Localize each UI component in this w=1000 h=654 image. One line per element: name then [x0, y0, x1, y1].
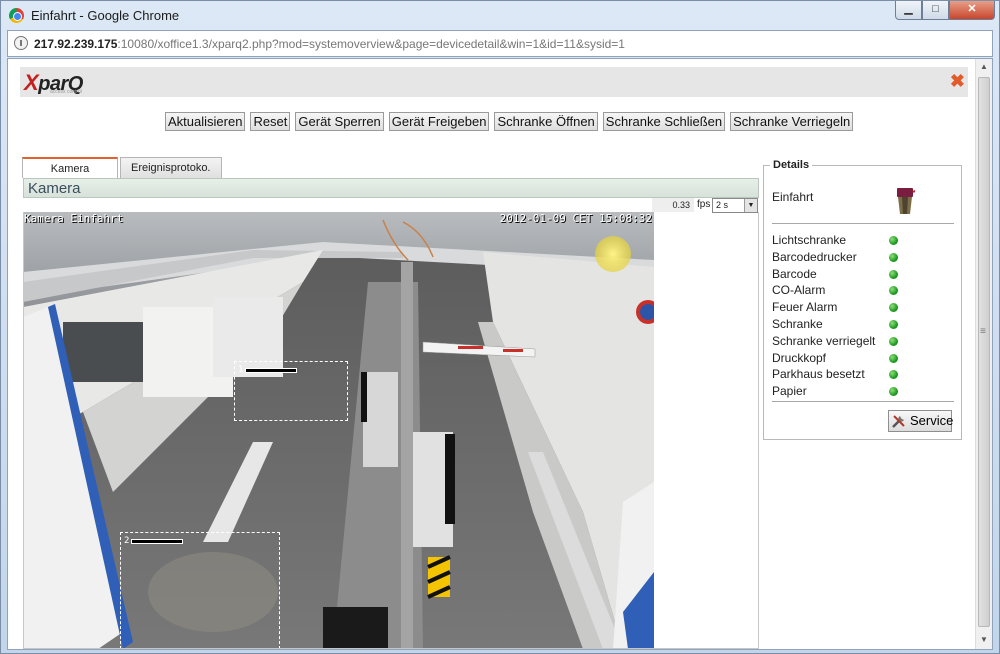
chrome-icon: [9, 8, 24, 23]
status-ok-icon: [889, 269, 898, 279]
status-ok-icon: [889, 236, 898, 245]
status-item: Barcode: [772, 266, 947, 283]
status-ok-icon: [889, 353, 898, 363]
status-item: Barcodedrucker: [772, 249, 947, 266]
toolbar: Aktualisieren Reset Gerät Sperren Gerät …: [165, 112, 854, 131]
zone-number: 2: [124, 536, 130, 546]
status-list: Lichtschranke Barcodedrucker Barcode CO-…: [772, 232, 947, 400]
status-ok-icon: [889, 303, 898, 313]
status-ok-icon: [889, 387, 898, 397]
camera-label-overlay: Kamera Einfahrt: [24, 212, 124, 225]
zone-level-bar: [131, 538, 184, 544]
tools-icon: [892, 415, 905, 428]
status-ok-icon: [889, 370, 898, 380]
camera-image: Kamera Einfahrt 2012-01-09 CET 15:08:32 …: [23, 212, 654, 649]
status-item: Lichtschranke: [772, 232, 947, 249]
status-ok-icon: [889, 286, 898, 296]
status-item: Schranke: [772, 316, 947, 333]
chevron-down-icon[interactable]: ▼: [744, 199, 757, 212]
detection-zone: 1: [234, 361, 348, 421]
status-item: Feuer Alarm: [772, 299, 947, 316]
zone-level-bar: [245, 367, 298, 373]
lock-barrier-button[interactable]: Schranke Verriegeln: [730, 112, 854, 131]
status-item: Papier: [772, 383, 947, 400]
details-panel: Einfahrt Lichtschranke Barcodedrucker Ba…: [763, 165, 962, 440]
title-bar: Einfahrt - Google Chrome ▁ □ ✕: [1, 1, 1000, 29]
ticket-machine-icon: [897, 188, 915, 214]
release-device-button[interactable]: Gerät Freigeben: [388, 112, 490, 131]
service-button[interactable]: Service: [888, 410, 953, 432]
page-content: XparQ access control ✖ Aktualisieren Res…: [7, 58, 993, 650]
close-barrier-button[interactable]: Schranke Schließen: [602, 112, 726, 131]
tab-bar: Kamera Ereignisproto­ko.: [22, 157, 224, 178]
status-item: Druckkopf: [772, 350, 947, 367]
camera-timestamp-overlay: 2012-01-09 CET 15:08:32: [499, 212, 652, 225]
zone-number: 1: [238, 365, 244, 375]
interval-select[interactable]: 2 s ▼: [712, 198, 758, 213]
divider: [772, 401, 954, 402]
tab-camera[interactable]: Kamera: [22, 157, 118, 178]
fps-value: 0.33: [652, 198, 694, 212]
app-header: XparQ access control ✖: [20, 67, 968, 97]
fps-label: fps: [697, 199, 711, 210]
maximize-button[interactable]: □: [922, 1, 949, 20]
vertical-scrollbar[interactable]: ▲ ▼: [975, 59, 992, 649]
status-ok-icon: [889, 319, 898, 329]
logo-subtitle: access control: [50, 89, 82, 95]
tab-event-log[interactable]: Ereignisproto­ko.: [120, 157, 222, 178]
status-item: CO-Alarm: [772, 282, 947, 299]
divider: [772, 223, 954, 224]
status-item: Parkhaus besetzt: [772, 366, 947, 383]
open-barrier-button[interactable]: Schranke Öffnen: [494, 112, 598, 131]
parking-entrance-camera-view: [23, 212, 654, 649]
close-window-button[interactable]: ✕: [949, 1, 995, 20]
refresh-button[interactable]: Aktualisieren: [165, 112, 246, 131]
window-title: Einfahrt - Google Chrome: [31, 8, 180, 23]
url-text[interactable]: 217.92.239.175:10080/xoffice1.3/xparq2.p…: [34, 37, 625, 51]
lock-device-button[interactable]: Gerät Sperren: [295, 112, 384, 131]
fps-control: 0.33 fps 2 s ▼: [652, 198, 759, 213]
browser-window: Einfahrt - Google Chrome ▁ □ ✕ 217.92.23…: [0, 0, 1000, 654]
status-ok-icon: [889, 336, 898, 346]
close-icon[interactable]: ✖: [950, 72, 965, 90]
status-ok-icon: [889, 252, 898, 262]
address-bar[interactable]: 217.92.239.175:10080/xoffice1.3/xparq2.p…: [7, 30, 993, 57]
camera-panel-title: Kamera: [23, 178, 759, 198]
status-item: Schranke verriegelt: [772, 333, 947, 350]
page-info-icon[interactable]: [14, 36, 28, 50]
detection-zone: 2: [120, 532, 280, 649]
device-name: Einfahrt: [772, 190, 814, 204]
scroll-down-icon[interactable]: ▼: [977, 633, 991, 647]
scroll-thumb[interactable]: [978, 77, 990, 627]
scroll-up-icon[interactable]: ▲: [977, 60, 991, 74]
reset-button[interactable]: Reset: [250, 112, 291, 131]
minimize-button[interactable]: ▁: [895, 1, 922, 20]
details-legend: Details: [770, 159, 813, 171]
